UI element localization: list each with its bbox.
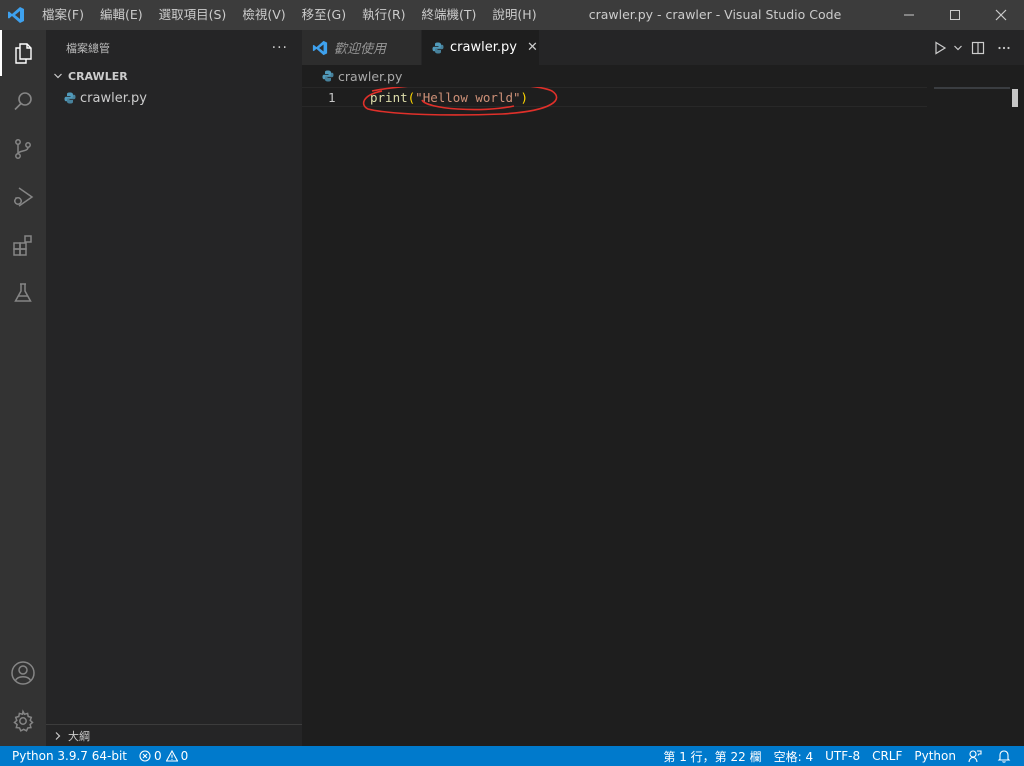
play-icon bbox=[935, 40, 947, 55]
folder-name: CRAWLER bbox=[68, 69, 128, 83]
problems-indicator[interactable]: 0 0 bbox=[133, 746, 194, 766]
more-editor-actions-button[interactable] bbox=[992, 36, 1016, 60]
source-control-icon bbox=[15, 139, 31, 159]
window-title: crawler.py - crawler - Visual Studio Cod… bbox=[588, 7, 842, 22]
code-line[interactable]: 1 print("Hellow world") bbox=[302, 87, 927, 107]
editor-actions bbox=[926, 30, 1024, 65]
maximize-button[interactable] bbox=[932, 0, 978, 30]
settings-gear-icon bbox=[13, 709, 34, 732]
code-string: "Hellow world" bbox=[415, 90, 521, 105]
folder-section-header[interactable]: CRAWLER bbox=[46, 65, 302, 87]
run-dropdown-button[interactable] bbox=[952, 36, 964, 60]
menu-file[interactable]: 檔案(F) bbox=[34, 0, 92, 30]
manage-button[interactable] bbox=[0, 698, 46, 744]
close-icon bbox=[995, 9, 1007, 21]
error-icon bbox=[139, 750, 151, 762]
accounts-button[interactable] bbox=[0, 650, 46, 696]
vertical-scrollbar[interactable] bbox=[1010, 87, 1024, 746]
menu-selection[interactable]: 選取項目(S) bbox=[151, 0, 235, 30]
menu-go[interactable]: 移至(G) bbox=[294, 0, 354, 30]
code-editor[interactable]: 1 print("Hellow world") bbox=[302, 87, 1024, 746]
code-text: print("Hellow world") bbox=[370, 90, 528, 105]
explorer-sidebar: 檔案總管 ··· CRAWLER crawler.py 大綱 bbox=[46, 30, 302, 746]
menu-terminal[interactable]: 終端機(T) bbox=[414, 0, 485, 30]
editor-tabs: 歡迎使用 crawler.py ✕ bbox=[302, 30, 1024, 65]
minimap[interactable] bbox=[934, 87, 1010, 89]
warning-icon bbox=[165, 750, 178, 762]
cursor-position[interactable]: 第 1 行，第 22 欄 bbox=[657, 746, 767, 766]
minimize-icon bbox=[904, 14, 914, 16]
extensions-icon bbox=[13, 235, 32, 256]
explorer-button[interactable] bbox=[0, 30, 46, 76]
ellipsis-icon bbox=[998, 46, 1010, 49]
search-button[interactable] bbox=[0, 78, 46, 124]
menu-run[interactable]: 執行(R) bbox=[354, 0, 413, 30]
sidebar-header: 檔案總管 ··· bbox=[46, 30, 302, 65]
split-editor-button[interactable] bbox=[966, 36, 990, 60]
menu-view[interactable]: 檢視(V) bbox=[234, 0, 293, 30]
maximize-icon bbox=[950, 10, 960, 20]
breadcrumb[interactable]: crawler.py bbox=[302, 65, 402, 87]
run-file-button[interactable] bbox=[928, 36, 952, 60]
code-function: print bbox=[370, 90, 408, 105]
status-bar: Python 3.9.7 64-bit 0 0 第 1 行，第 22 欄 空格:… bbox=[0, 746, 1024, 766]
split-editor-icon bbox=[971, 41, 985, 54]
breadcrumb-file: crawler.py bbox=[338, 68, 403, 84]
menu-bar: 檔案(F) 編輯(E) 選取項目(S) 檢視(V) 移至(G) 執行(R) 終端… bbox=[34, 0, 545, 30]
outline-label: 大綱 bbox=[68, 729, 90, 743]
tab-label: crawler.py bbox=[450, 40, 517, 55]
outline-section-header[interactable]: 大綱 bbox=[46, 724, 302, 746]
chevron-down-icon bbox=[954, 45, 962, 50]
close-window-button[interactable] bbox=[978, 0, 1024, 30]
window-controls bbox=[886, 0, 1024, 30]
file-item-crawler[interactable]: crawler.py bbox=[46, 87, 302, 109]
python-icon bbox=[432, 42, 444, 54]
language-mode[interactable]: Python bbox=[908, 746, 962, 766]
title-bar: 檔案(F) 編輯(E) 選取項目(S) 檢視(V) 移至(G) 執行(R) 終端… bbox=[0, 0, 1024, 30]
chevron-right-icon bbox=[50, 731, 66, 741]
warning-count: 0 bbox=[180, 749, 189, 763]
encoding[interactable]: UTF-8 bbox=[819, 746, 866, 766]
chevron-down-icon bbox=[50, 71, 66, 81]
error-count: 0 bbox=[154, 749, 162, 763]
activity-bar bbox=[0, 30, 46, 746]
vscode-logo-icon bbox=[0, 0, 32, 30]
end-of-line[interactable]: CRLF bbox=[866, 746, 908, 766]
tab-crawler[interactable]: crawler.py ✕ bbox=[422, 30, 540, 65]
explorer-icon bbox=[15, 43, 32, 64]
menu-edit[interactable]: 編輯(E) bbox=[92, 0, 151, 30]
run-debug-icon bbox=[14, 187, 34, 207]
feedback-button[interactable] bbox=[962, 746, 991, 766]
more-actions-button[interactable]: ··· bbox=[272, 40, 288, 56]
code-close-paren: ) bbox=[520, 90, 529, 105]
feedback-icon bbox=[968, 750, 982, 763]
search-icon bbox=[14, 92, 32, 111]
minimize-button[interactable] bbox=[886, 0, 932, 30]
vscode-icon bbox=[312, 40, 328, 56]
python-interpreter[interactable]: Python 3.9.7 64-bit bbox=[0, 746, 133, 766]
line-number: 1 bbox=[328, 90, 336, 105]
account-icon bbox=[11, 661, 35, 685]
run-debug-button[interactable] bbox=[0, 174, 46, 220]
tab-welcome[interactable]: 歡迎使用 bbox=[302, 30, 422, 65]
testing-icon bbox=[14, 283, 32, 302]
source-control-button[interactable] bbox=[0, 126, 46, 172]
tab-label: 歡迎使用 bbox=[334, 42, 387, 57]
indentation[interactable]: 空格: 4 bbox=[768, 746, 820, 766]
bell-icon bbox=[997, 750, 1011, 763]
tab-close-button[interactable]: ✕ bbox=[527, 40, 538, 55]
notifications-button[interactable] bbox=[991, 746, 1020, 766]
file-name: crawler.py bbox=[80, 90, 147, 106]
scrollbar-thumb[interactable] bbox=[1012, 89, 1018, 107]
testing-button[interactable] bbox=[0, 270, 46, 316]
extensions-button[interactable] bbox=[0, 222, 46, 268]
python-icon bbox=[322, 70, 334, 82]
menu-help[interactable]: 說明(H) bbox=[484, 0, 544, 30]
sidebar-title: 檔案總管 bbox=[66, 41, 110, 55]
python-icon bbox=[62, 92, 78, 104]
